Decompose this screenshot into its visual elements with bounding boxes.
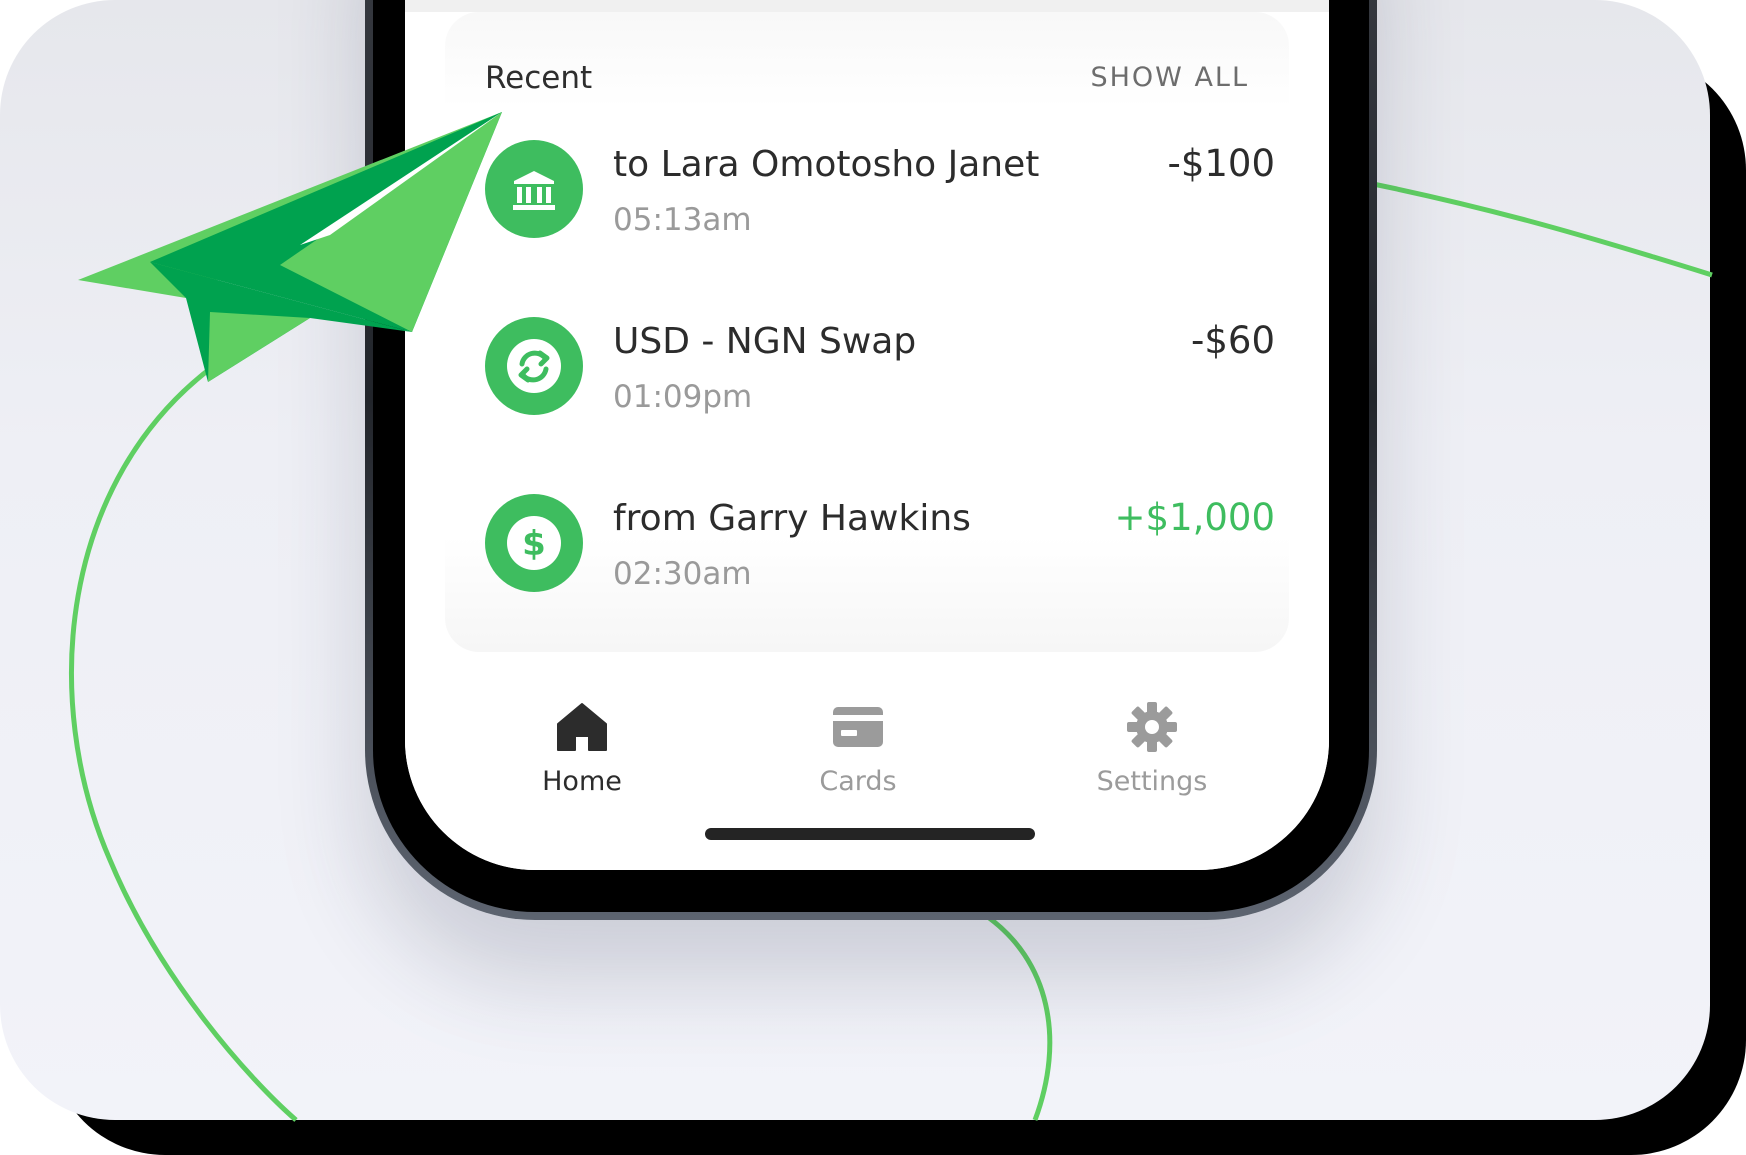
promo-stage: Recent SHOW ALL to Lara Omotosho Janet 0… — [0, 0, 1746, 1155]
paper-plane-icon — [78, 112, 502, 382]
